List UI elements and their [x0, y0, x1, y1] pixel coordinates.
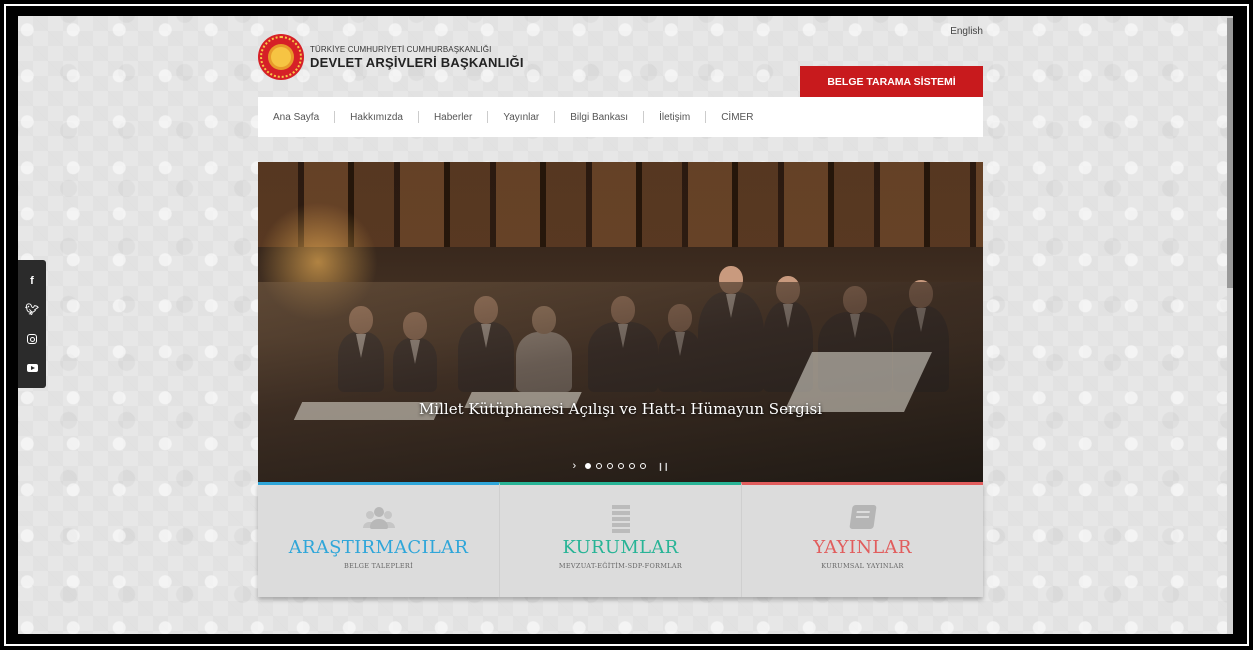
slider-dot[interactable]	[618, 463, 625, 469]
slider-dot[interactable]	[607, 463, 614, 469]
facebook-icon[interactable]: f	[24, 273, 40, 289]
card-subtitle: KURUMSAL YAYINLAR	[821, 562, 904, 570]
users-icon	[365, 505, 393, 531]
book-icon	[848, 505, 877, 531]
logo-line-1: TÜRKİYE CUMHURİYETİ CUMHURBAŞKANLIĞI	[310, 44, 492, 54]
belge-tarama-button[interactable]: BELGE TARAMA SİSTEMİ	[800, 66, 983, 97]
language-link-english[interactable]: English	[950, 26, 983, 37]
card-title: YAYINLAR	[813, 537, 912, 558]
main-content: English TÜRKİYE CUMHURİYETİ CUMHURBAŞKAN…	[258, 16, 983, 634]
card-subtitle: MEVZUAT-EĞİTİM-SDP-FORMLAR	[558, 562, 683, 570]
nav-divider	[554, 111, 556, 123]
nav-divider	[417, 111, 419, 123]
card-title: KURUMLAR	[562, 537, 679, 558]
nav-item-bilgi-bankasi[interactable]: Bilgi Bankası	[570, 112, 628, 123]
card-arastirmacilar[interactable]: ARAŞTIRMACILAR BELGE TALEPLERİ	[258, 482, 499, 597]
instagram-icon[interactable]	[24, 331, 40, 347]
slider-caption[interactable]: Millet Kütüphanesi Açılışı ve Hatt-ı Hüm…	[258, 400, 983, 418]
page: f 🐦︎ English TÜRKİYE CUMHURİYETİ CUMHURB…	[18, 16, 1233, 634]
social-bar: f 🐦︎	[18, 260, 46, 388]
nav-item-hakkimizda[interactable]: Hakkımızda	[350, 112, 403, 123]
nav-divider	[334, 111, 336, 123]
twitter-icon[interactable]: 🐦︎	[24, 302, 40, 318]
news-slider[interactable]: Millet Kütüphanesi Açılışı ve Hatt-ı Hüm…	[258, 162, 983, 482]
nav-divider	[705, 111, 707, 123]
nav-item-ana-sayfa[interactable]: Ana Sayfa	[273, 112, 319, 123]
nav-divider	[487, 111, 489, 123]
building-icon	[607, 505, 635, 533]
nav-divider	[643, 111, 645, 123]
slider-dot[interactable]	[585, 463, 592, 469]
nav-item-iletisim[interactable]: İletişim	[659, 112, 690, 123]
nav-item-haberler[interactable]: Haberler	[434, 112, 472, 123]
slider-dot[interactable]	[596, 463, 603, 469]
slider-dot[interactable]	[640, 463, 647, 469]
site-logo[interactable]: TÜRKİYE CUMHURİYETİ CUMHURBAŞKANLIĞI DEV…	[258, 34, 524, 80]
slider-next-icon[interactable]: ›	[572, 460, 576, 472]
scrollbar-thumb[interactable]	[1227, 18, 1233, 288]
card-yayinlar[interactable]: YAYINLAR KURUMSAL YAYINLAR	[741, 482, 983, 597]
nav-item-yayinlar[interactable]: Yayınlar	[503, 112, 539, 123]
card-kurumlar[interactable]: KURUMLAR MEVZUAT-EĞİTİM-SDP-FORMLAR	[499, 482, 741, 597]
quick-access-cards: ARAŞTIRMACILAR BELGE TALEPLERİ KURUMLAR …	[258, 482, 983, 597]
slider-controls: › ❙❙	[258, 460, 983, 472]
main-nav: Ana Sayfa Hakkımızda Haberler Yayınlar B…	[258, 97, 983, 137]
card-subtitle: BELGE TALEPLERİ	[344, 562, 413, 570]
logo-line-2: DEVLET ARŞİVLERİ BAŞKANLIĞI	[310, 54, 524, 70]
presidential-emblem-icon	[258, 34, 304, 80]
slider-pause-icon[interactable]: ❙❙	[657, 462, 669, 471]
page-scrollbar[interactable]	[1227, 16, 1233, 634]
nav-item-cimer[interactable]: CİMER	[721, 112, 753, 123]
card-title: ARAŞTIRMACILAR	[288, 537, 469, 558]
slider-dot[interactable]	[629, 463, 636, 469]
display-case-glass	[258, 282, 983, 482]
youtube-icon[interactable]	[24, 360, 40, 376]
